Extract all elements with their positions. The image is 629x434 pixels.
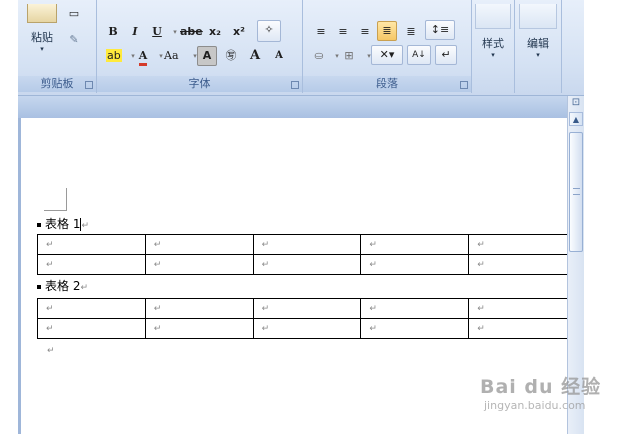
table-cell[interactable]: ↵ <box>360 234 470 255</box>
paragraph-mark: ↵ <box>81 221 89 231</box>
table-cell[interactable]: ↵ <box>37 254 146 275</box>
heading-table-2[interactable]: 表格 2↵ <box>37 278 88 294</box>
sort-button[interactable]: A↓ <box>407 45 431 65</box>
watermark-url: jingyan.baidu.com <box>484 399 586 412</box>
clipboard-group: 粘贴 ▾ ▭ ✎ 剪贴板 <box>18 0 96 92</box>
table-row: ↵ ↵ ↵ ↵ ↵ <box>37 234 577 255</box>
dialog-launcher-icon[interactable] <box>291 81 299 89</box>
styles-group: 样式 ▾ <box>472 0 514 92</box>
table-row: ↵ ↵ ↵ ↵ ↵ <box>37 298 577 319</box>
chinese-layout-icon[interactable]: ✕▾ <box>371 45 403 65</box>
styles-icon <box>475 4 511 29</box>
table-cell[interactable]: ↵ <box>468 298 577 319</box>
align-center-icon[interactable]: ≡ <box>333 22 353 42</box>
align-right-icon[interactable]: ≡ <box>355 22 375 42</box>
table-row: ↵ ↵ ↵ ↵ ↵ <box>37 254 577 275</box>
font-color-button[interactable]: A <box>133 46 153 66</box>
table-cell[interactable]: ↵ <box>468 318 577 339</box>
enclose-characters-button[interactable]: ㊢ <box>221 46 241 66</box>
underline-button[interactable]: U <box>147 22 167 42</box>
grow-font-button[interactable]: A <box>245 46 265 66</box>
table-cell[interactable]: ↵ <box>252 318 362 339</box>
distributed-icon[interactable]: ≣ <box>401 22 421 42</box>
table-2[interactable]: ↵ ↵ ↵ ↵ ↵ ↵ ↵ ↵ ↵ ↵ <box>37 298 577 339</box>
chevron-down-icon[interactable]: ▾ <box>472 51 514 59</box>
ribbon: 粘贴 ▾ ▭ ✎ 剪贴板 B I U ▾ abe x₂ x² ✧ ab ▾ A … <box>18 0 584 96</box>
dialog-launcher-icon[interactable] <box>460 81 468 89</box>
bullet-icon <box>37 284 41 289</box>
chevron-down-icon[interactable]: ▾ <box>515 51 561 59</box>
shrink-font-button[interactable]: A <box>269 46 289 66</box>
paste-button[interactable]: 粘贴 ▾ <box>24 2 60 53</box>
table-cell[interactable]: ↵ <box>360 318 470 339</box>
line-spacing-icon[interactable]: ↕≡ <box>425 20 455 40</box>
character-shading-button[interactable]: A <box>197 46 217 66</box>
highlight-button[interactable]: ab <box>103 46 125 66</box>
table-cell[interactable]: ↵ <box>252 234 362 255</box>
table-cell[interactable]: ↵ <box>468 234 577 255</box>
table-1[interactable]: ↵ ↵ ↵ ↵ ↵ ↵ ↵ ↵ ↵ ↵ <box>37 234 577 275</box>
strikethrough-button[interactable]: abe <box>177 22 206 42</box>
table-cell[interactable]: ↵ <box>144 254 254 275</box>
editing-icon <box>519 4 557 29</box>
justify-icon[interactable]: ≣ <box>377 21 397 41</box>
bullet-icon <box>37 222 41 227</box>
clipboard-icon <box>27 4 57 23</box>
heading-table-2-text: 表格 2 <box>45 279 81 293</box>
font-group-label: 字体 <box>97 76 302 92</box>
editing-button[interactable]: 编辑 ▾ <box>515 2 561 59</box>
font-group: B I U ▾ abe x₂ x² ✧ ab ▾ A ▾ Aa ▾ A ㊢ A … <box>97 0 302 92</box>
shading-icon[interactable]: ⛀ <box>309 46 329 66</box>
show-marks-button[interactable]: ↵ <box>435 45 457 65</box>
editing-label: 编辑 <box>527 37 549 50</box>
styles-button[interactable]: 样式 ▾ <box>472 2 514 59</box>
format-painter-icon[interactable]: ✎ <box>64 30 84 50</box>
table-cell[interactable]: ↵ <box>468 254 577 275</box>
paste-label: 粘贴 <box>31 31 53 44</box>
change-case-button[interactable]: Aa <box>161 46 182 66</box>
paragraph-group: ≡ ≡ ≡ ≣ ≣ ↕≡ ⛀ ▾ ⊞ ▾ ✕▾ A↓ ↵ 段落 <box>303 0 471 92</box>
styles-label: 样式 <box>482 37 504 50</box>
table-cell[interactable]: ↵ <box>252 298 362 319</box>
group-divider <box>561 0 562 93</box>
borders-icon[interactable]: ⊞ <box>339 46 359 66</box>
grip-icon <box>573 188 580 195</box>
document-canvas-top <box>18 96 584 118</box>
table-cell[interactable]: ↵ <box>37 234 146 255</box>
dialog-launcher-icon[interactable] <box>85 81 93 89</box>
paragraph-mark: ↵ <box>80 283 88 293</box>
table-cell[interactable]: ↵ <box>360 254 470 275</box>
table-cell[interactable]: ↵ <box>37 318 146 339</box>
bold-button[interactable]: B <box>103 22 123 42</box>
scroll-up-icon[interactable]: ▲ <box>569 112 583 126</box>
superscript-button[interactable]: x² <box>229 22 249 42</box>
cut-icon[interactable]: ▭ <box>64 4 84 24</box>
table-cell[interactable]: ↵ <box>144 234 254 255</box>
margin-corner-mark <box>44 188 67 211</box>
table-cell[interactable]: ↵ <box>37 298 146 319</box>
watermark: Bai du 经验 jingyan.baidu.com <box>480 372 620 422</box>
scroll-thumb[interactable] <box>569 132 583 252</box>
table-cell[interactable]: ↵ <box>360 298 470 319</box>
subscript-button[interactable]: x₂ <box>205 22 225 42</box>
font-color-label: A <box>138 49 148 66</box>
chevron-down-icon[interactable]: ▾ <box>24 45 60 53</box>
clear-format-icon[interactable]: ✧ <box>257 20 281 42</box>
editing-group: 编辑 ▾ <box>515 0 561 92</box>
table-cell[interactable]: ↵ <box>144 318 254 339</box>
highlight-label: ab <box>106 49 122 62</box>
align-left-icon[interactable]: ≡ <box>311 22 331 42</box>
ruler-toggle-icon[interactable]: ⊡ <box>569 96 583 110</box>
paragraph-group-label: 段落 <box>303 76 471 92</box>
watermark-logo: Bai du 经验 <box>480 376 602 398</box>
table-cell[interactable]: ↵ <box>144 298 254 319</box>
paragraph-mark: ↵ <box>47 346 55 356</box>
heading-table-1[interactable]: 表格 1↵ <box>37 216 89 232</box>
italic-button[interactable]: I <box>125 22 145 42</box>
table-cell[interactable]: ↵ <box>252 254 362 275</box>
heading-table-1-text: 表格 1 <box>45 217 81 231</box>
table-row: ↵ ↵ ↵ ↵ ↵ <box>37 318 577 339</box>
